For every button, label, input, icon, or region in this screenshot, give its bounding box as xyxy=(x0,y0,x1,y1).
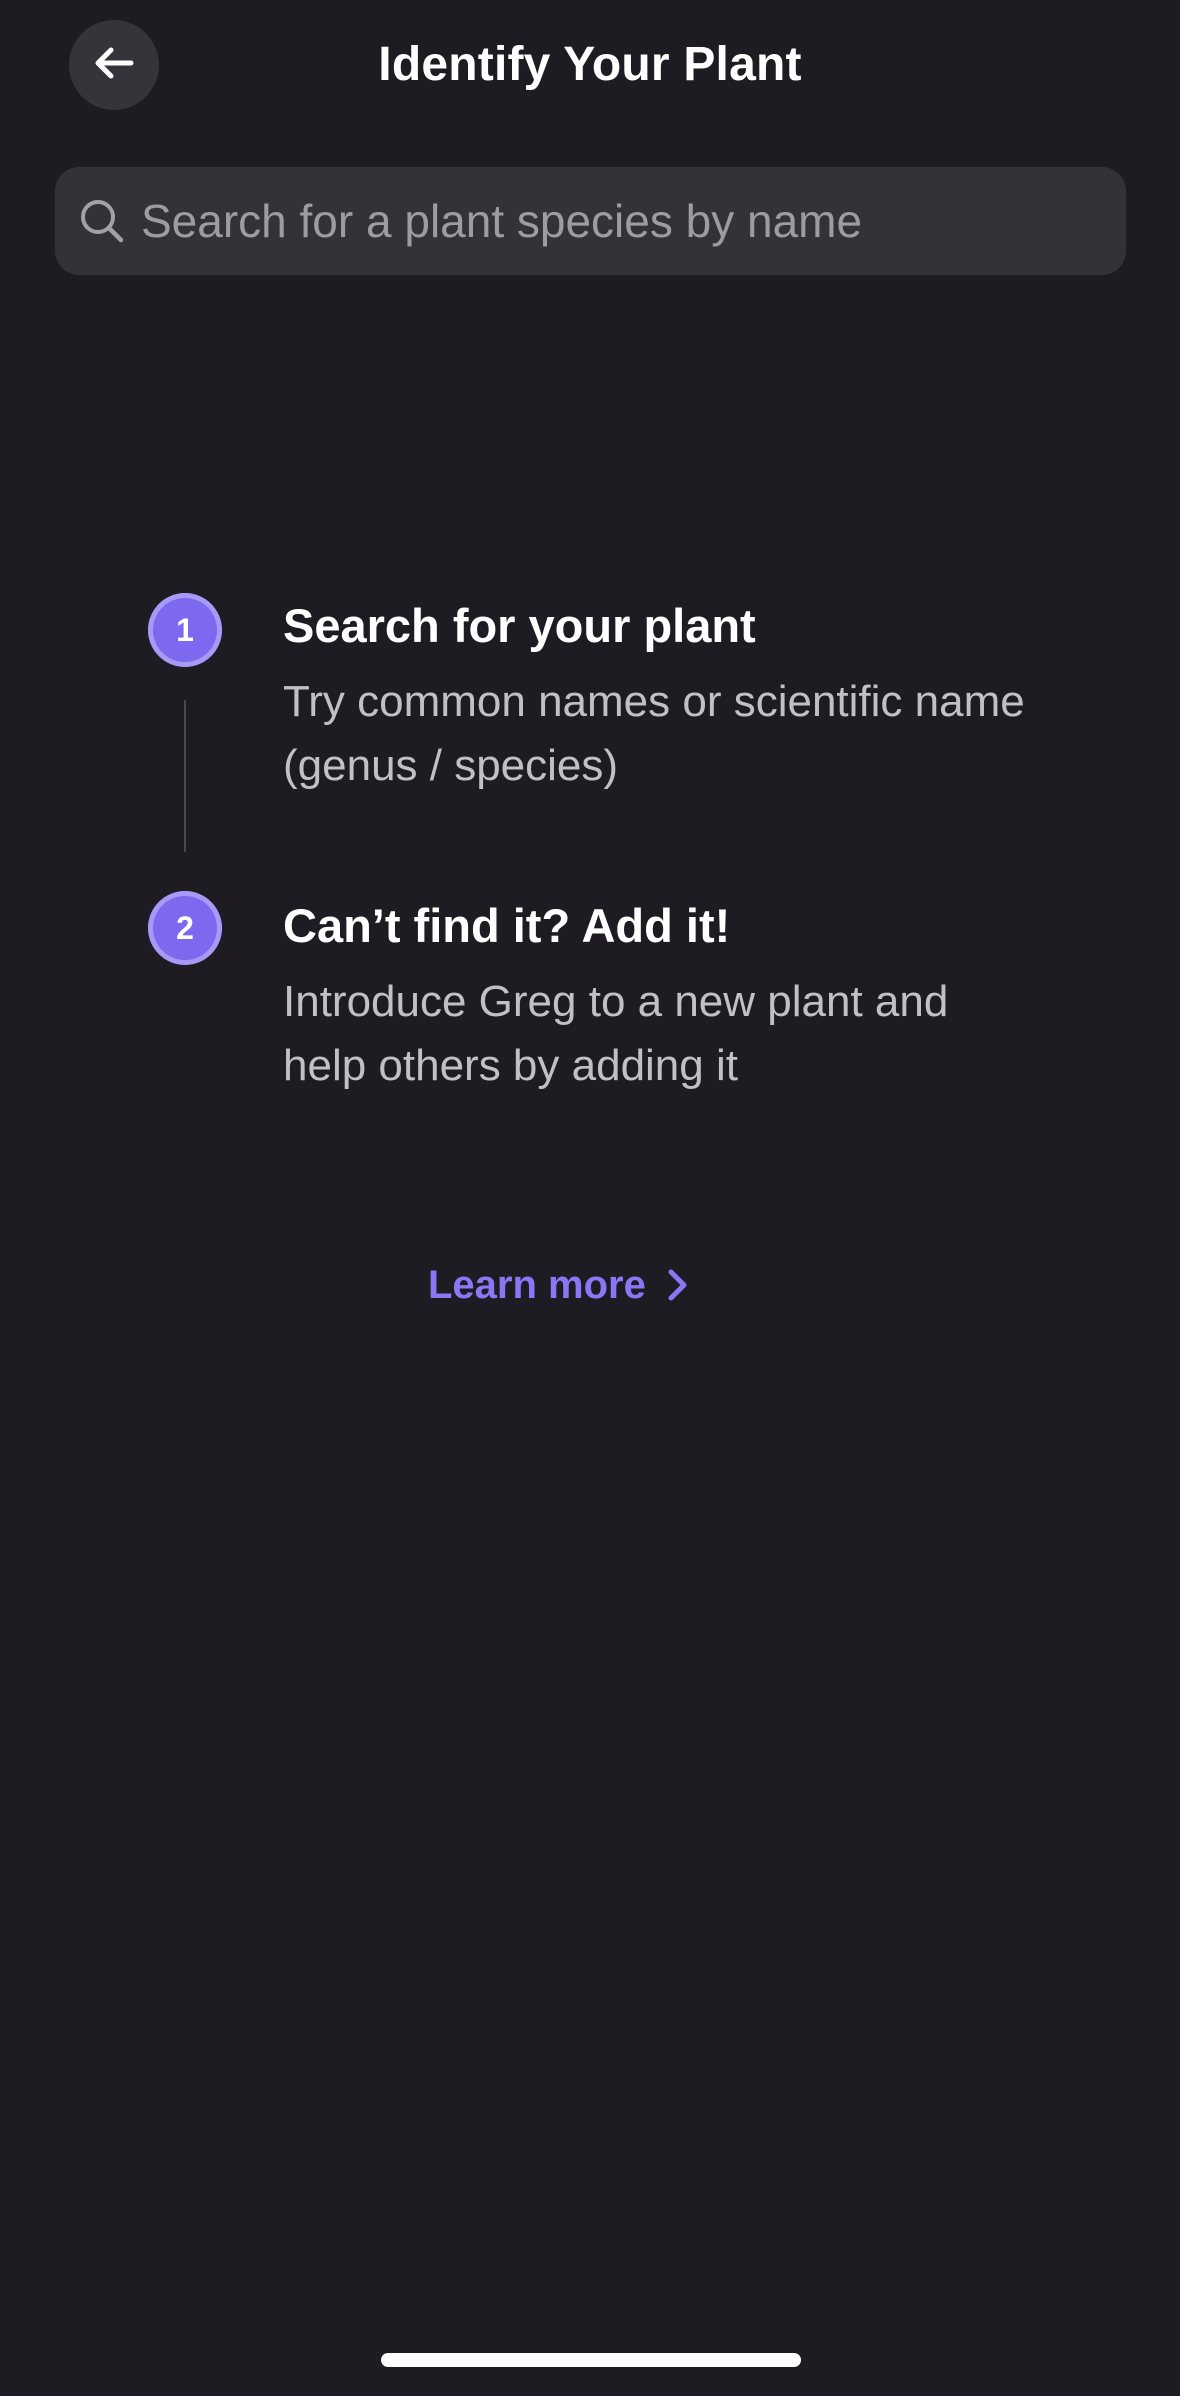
learn-more-link[interactable]: Learn more xyxy=(428,1255,694,1315)
step-2-badge: 2 xyxy=(148,891,222,965)
search-bar[interactable] xyxy=(55,166,1126,276)
identify-plant-screen: Identify Your Plant 1 Search for your pl… xyxy=(0,0,1180,2396)
step-1-badge: 1 xyxy=(148,593,222,667)
page-title: Identify Your Plant xyxy=(378,38,802,91)
learn-more-label: Learn more xyxy=(428,1262,646,1307)
home-indicator[interactable] xyxy=(381,2353,801,2367)
step-1-title: Search for your plant xyxy=(283,599,756,652)
step-2-description: Introduce Greg to a new plant and help o… xyxy=(283,977,949,1090)
step-2-title: Can’t find it? Add it! xyxy=(283,899,731,952)
search-icon xyxy=(75,194,129,248)
step-1-description: Try common names or scientific name (gen… xyxy=(283,677,1025,790)
search-input[interactable] xyxy=(139,166,1126,276)
step-connector-line xyxy=(184,700,186,852)
chevron-right-icon xyxy=(664,1265,694,1305)
